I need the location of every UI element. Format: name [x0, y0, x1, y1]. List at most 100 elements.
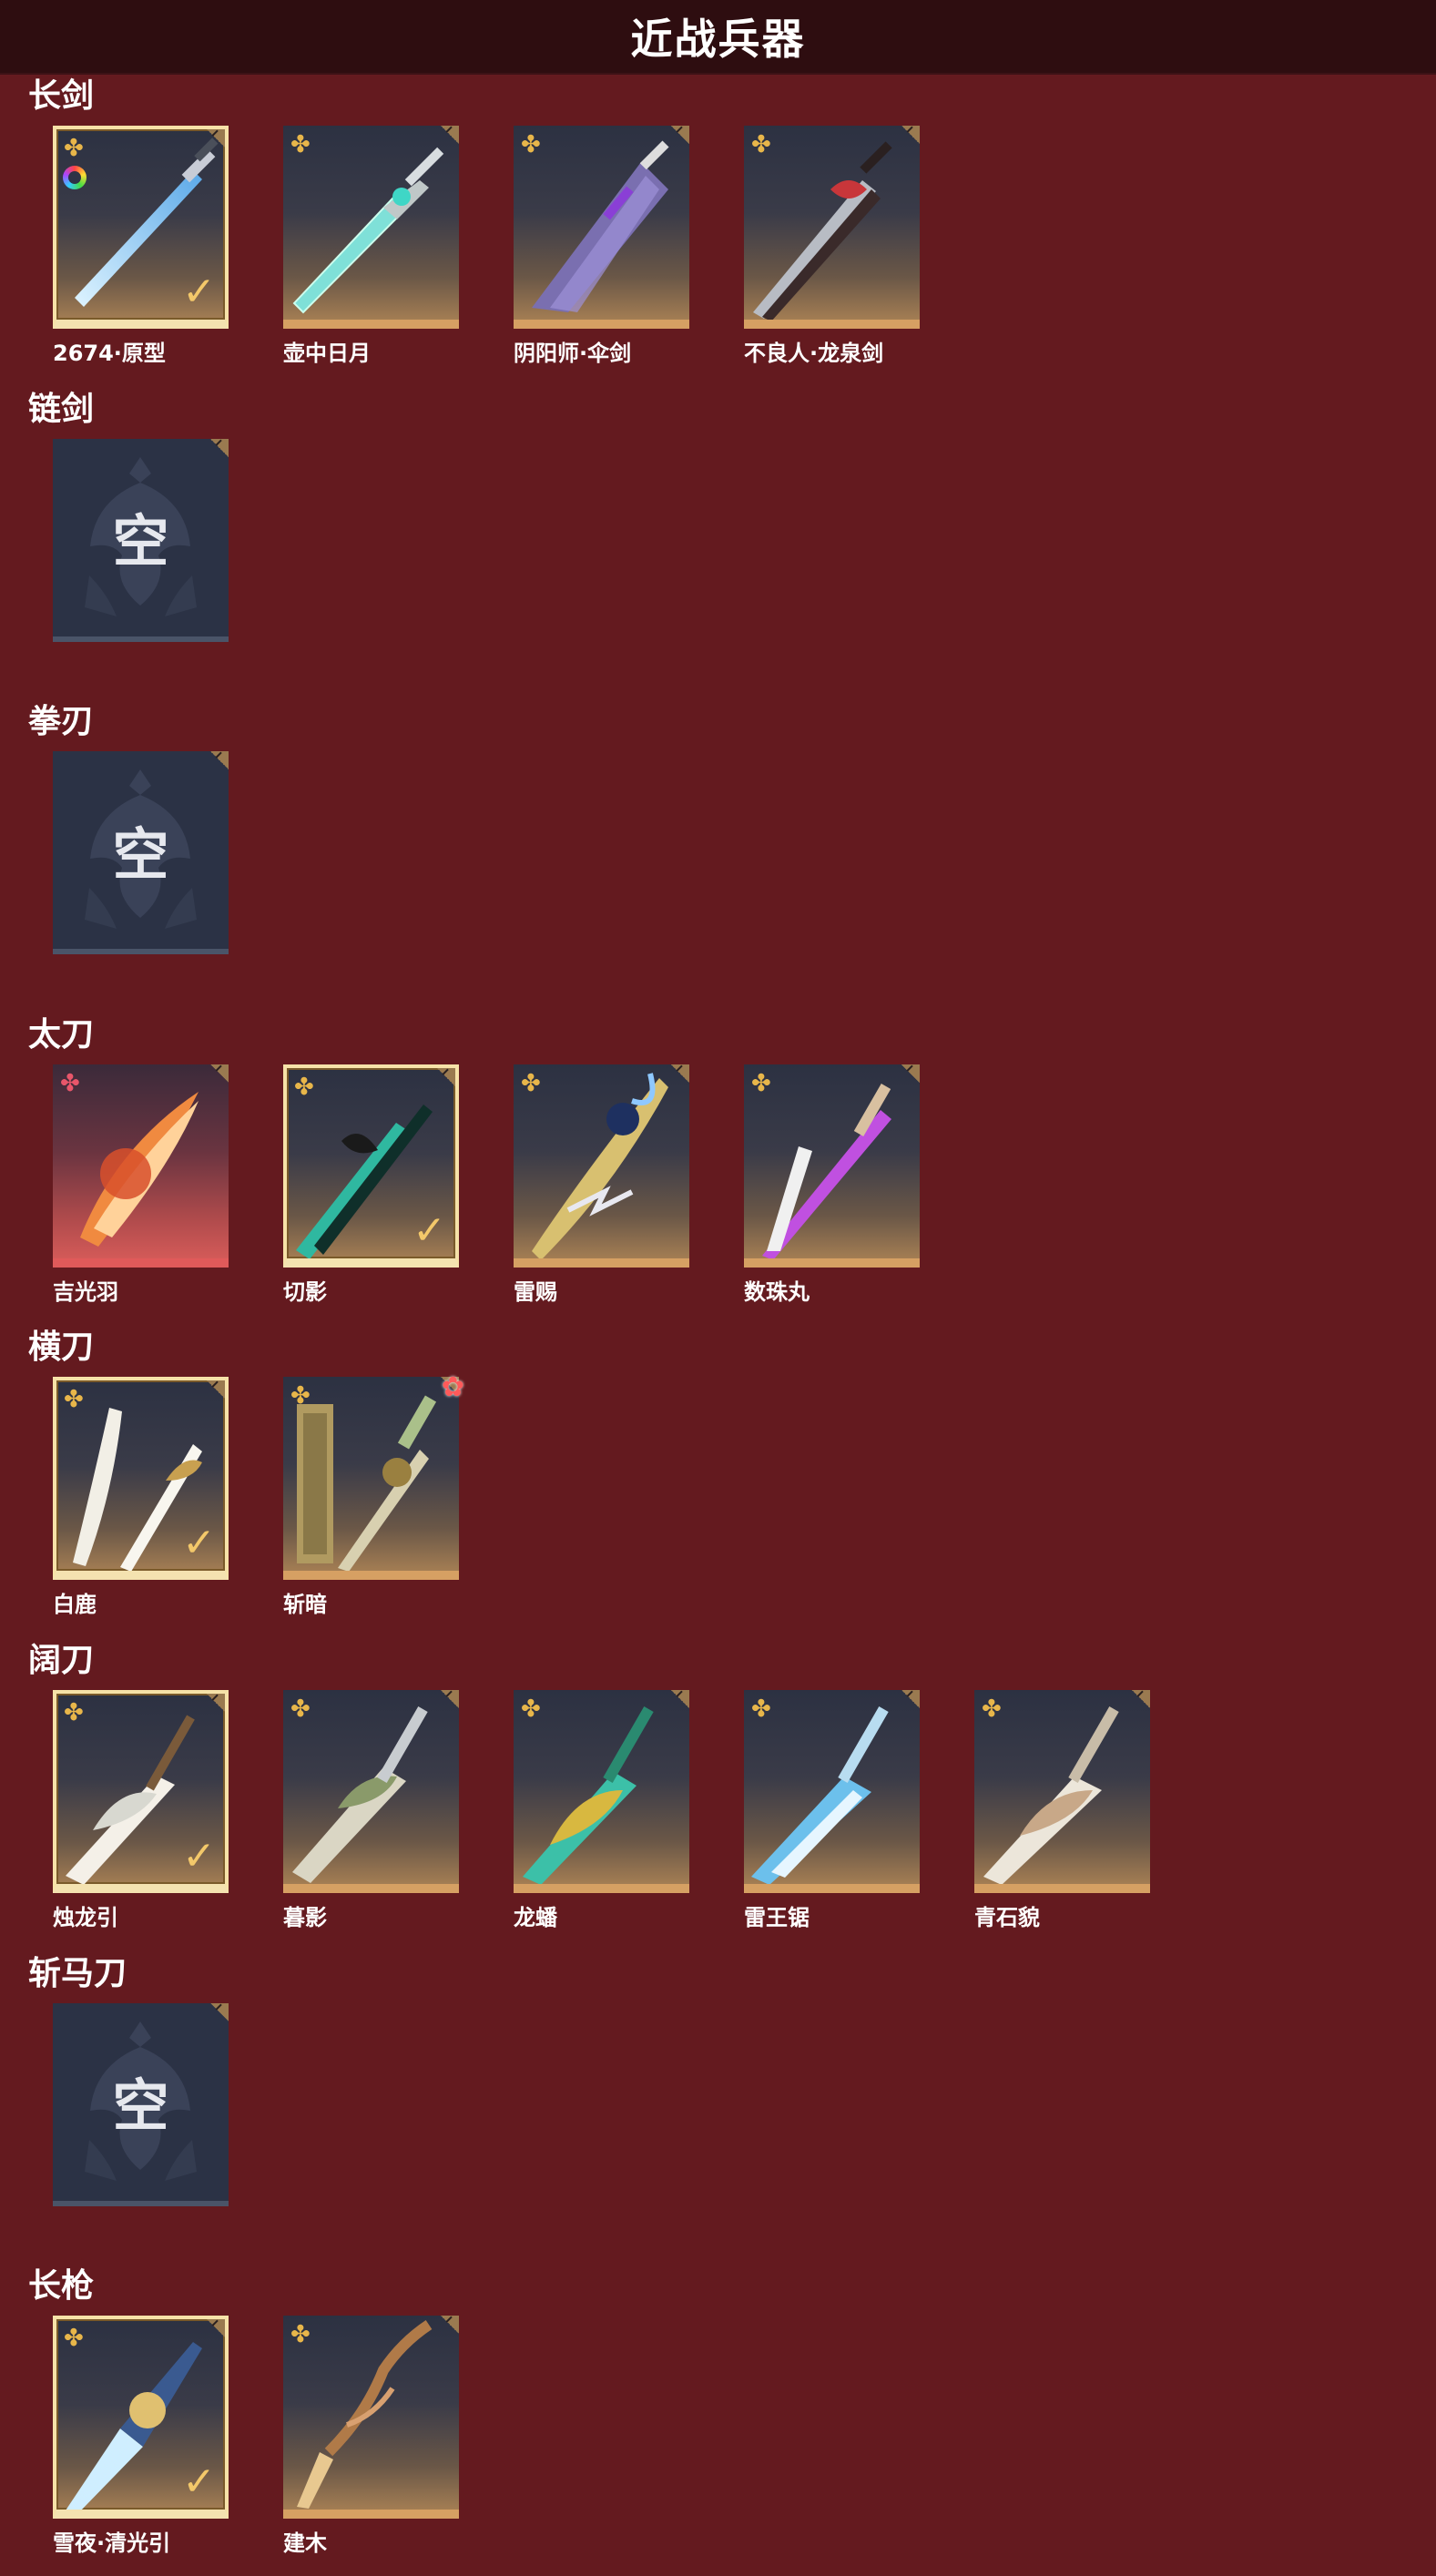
weapon-name: 数珠丸	[744, 1278, 810, 1305]
empty-label: 空	[112, 2072, 169, 2140]
gold-flower-icon: ✤	[521, 131, 541, 158]
weapon-card[interactable]: ✤ ✿ 斩暗	[283, 1371, 464, 1617]
gold-flower-icon: ✤	[64, 1386, 84, 1414]
weapon-name: 龙蟠	[514, 1905, 557, 1930]
corner-tag-icon	[207, 1694, 225, 1712]
weapon-tile: ✤	[514, 1690, 689, 1893]
weapon-tile: 空	[53, 2002, 229, 2206]
section-title: 斩马刀	[28, 1954, 127, 1992]
weapon-card[interactable]: ✤ 暮影	[283, 1690, 459, 1930]
weapon-name: 雷王锯	[744, 1905, 810, 1930]
corner-tag-icon	[441, 2316, 459, 2335]
gold-flower-icon: ✤	[751, 1695, 771, 1723]
section-title: 长枪	[28, 2267, 95, 2306]
check-icon: ✓	[182, 1520, 216, 1567]
section-title: 横刀	[28, 1329, 95, 1367]
corner-tag-icon	[207, 2319, 225, 2338]
corner-tag-icon	[441, 126, 459, 144]
weapon-card[interactable]: ✤ 雷赐	[514, 1064, 689, 1305]
gold-flower-icon: ✤	[751, 131, 771, 158]
weapon-tile: ✤	[744, 126, 920, 329]
weapon-card[interactable]: ✤ 数珠丸	[744, 1064, 920, 1305]
weapon-name: 切影	[283, 1278, 327, 1305]
corner-tag-icon	[1132, 1690, 1150, 1708]
section-title: 长剑	[28, 77, 95, 115]
empty-weapon-slot[interactable]: 空	[53, 438, 229, 645]
gold-flower-icon: ✤	[290, 2321, 311, 2349]
header-bar: 近战兵器	[0, 0, 1436, 75]
corner-tag-icon	[671, 126, 689, 144]
corner-tag-icon	[210, 1064, 229, 1083]
weapon-tile: ✤ ✓	[53, 1377, 229, 1581]
weapon-card[interactable]: ✤ 不良人·龙泉剑	[744, 126, 920, 366]
corner-tag-icon	[441, 1690, 459, 1708]
weapon-tile: 空	[53, 751, 229, 955]
weapon-tile: ✤	[514, 1064, 689, 1268]
corner-tag-icon	[671, 1064, 689, 1083]
empty-weapon-slot[interactable]: 空	[53, 2002, 229, 2209]
weapon-card[interactable]: ✤ 阴阳师·伞剑	[514, 126, 689, 366]
check-icon: ✓	[412, 1207, 446, 1254]
corner-tag-icon	[901, 1690, 920, 1708]
weapon-card[interactable]: ✤ 吉光羽	[53, 1064, 229, 1305]
weapon-name: 建木	[283, 2530, 327, 2557]
corner-tag-icon	[437, 1067, 455, 1086]
gold-flower-icon: ✤	[290, 131, 311, 158]
weapon-tile: ✤ ✓	[53, 2316, 229, 2520]
check-icon: ✓	[182, 1833, 216, 1879]
weapon-card[interactable]: ✤ 壶中日月	[283, 126, 459, 366]
gold-flower-icon: ✤	[290, 1695, 311, 1723]
weapon-name: 雷赐	[514, 1278, 557, 1305]
section-title: 太刀	[28, 1015, 95, 1054]
weapon-name: 阴阳师·伞剑	[514, 341, 632, 366]
section-title: 拳刃	[28, 703, 95, 741]
red-flower-badge-icon: ✿	[441, 1371, 464, 1404]
weapon-name: 壶中日月	[283, 341, 371, 366]
gold-flower-icon: ✤	[64, 1699, 84, 1726]
pink-flower-icon: ✤	[60, 1069, 80, 1097]
gold-flower-icon: ✤	[290, 1382, 311, 1410]
weapon-card[interactable]: ✤ ✓ 切影	[283, 1064, 459, 1305]
weapon-tile: ✤ ✓	[53, 1690, 229, 1893]
check-icon: ✓	[182, 2459, 216, 2506]
weapon-tile: ✤	[744, 1064, 920, 1268]
weapon-name: 吉光羽	[53, 1278, 118, 1305]
corner-tag-icon	[901, 126, 920, 144]
weapon-tile: ✤ ✓	[53, 126, 229, 329]
weapon-name: 斩暗	[283, 1592, 327, 1618]
weapon-name: 不良人·龙泉剑	[744, 341, 884, 366]
gold-flower-icon: ✤	[521, 1069, 541, 1097]
weapon-card[interactable]: ✤ ✓ 白鹿	[53, 1377, 229, 1617]
section-title: 阔刀	[28, 1642, 95, 1679]
color-ring-icon	[63, 166, 87, 189]
weapon-tile: ✤	[283, 1690, 459, 1893]
check-icon: ✓	[182, 269, 216, 315]
gold-flower-icon: ✤	[521, 1695, 541, 1723]
weapon-name: 2674·原型	[53, 341, 166, 366]
corner-tag-icon	[207, 129, 225, 148]
gold-flower-icon: ✤	[751, 1069, 771, 1097]
weapon-tile: ✤	[283, 2316, 459, 2520]
corner-tag-icon	[901, 1064, 920, 1083]
weapon-card[interactable]: ✤ ✓ 2674·原型	[53, 126, 229, 366]
weapon-tile: ✤	[53, 1064, 229, 1268]
weapon-card[interactable]: ✤ 建木	[283, 2316, 459, 2556]
empty-weapon-slot[interactable]: 空	[53, 751, 229, 957]
gold-flower-icon: ✤	[294, 1073, 314, 1101]
weapon-card[interactable]: ✤ 雷王锯	[744, 1690, 920, 1930]
gold-flower-icon: ✤	[982, 1695, 1002, 1723]
weapon-card[interactable]: ✤ ✓ 烛龙引	[53, 1690, 229, 1930]
weapon-tile: ✤	[514, 126, 689, 329]
weapon-card[interactable]: ✤ ✓ 雪夜·清光引	[53, 2316, 229, 2556]
weapon-name: 烛龙引	[53, 1905, 118, 1930]
corner-tag-icon	[671, 1690, 689, 1708]
weapon-name: 暮影	[283, 1905, 327, 1930]
weapon-name: 青石貌	[974, 1905, 1040, 1930]
weapon-tile: ✤ ✓	[283, 1064, 459, 1268]
weapon-card[interactable]: ✤ 青石貌	[974, 1690, 1150, 1930]
gold-flower-icon: ✤	[64, 135, 84, 162]
weapon-tile: 空	[53, 438, 229, 642]
page-title: 近战兵器	[630, 15, 806, 64]
gold-flower-icon: ✤	[64, 2325, 84, 2353]
weapon-card[interactable]: ✤ 龙蟠	[514, 1690, 689, 1930]
